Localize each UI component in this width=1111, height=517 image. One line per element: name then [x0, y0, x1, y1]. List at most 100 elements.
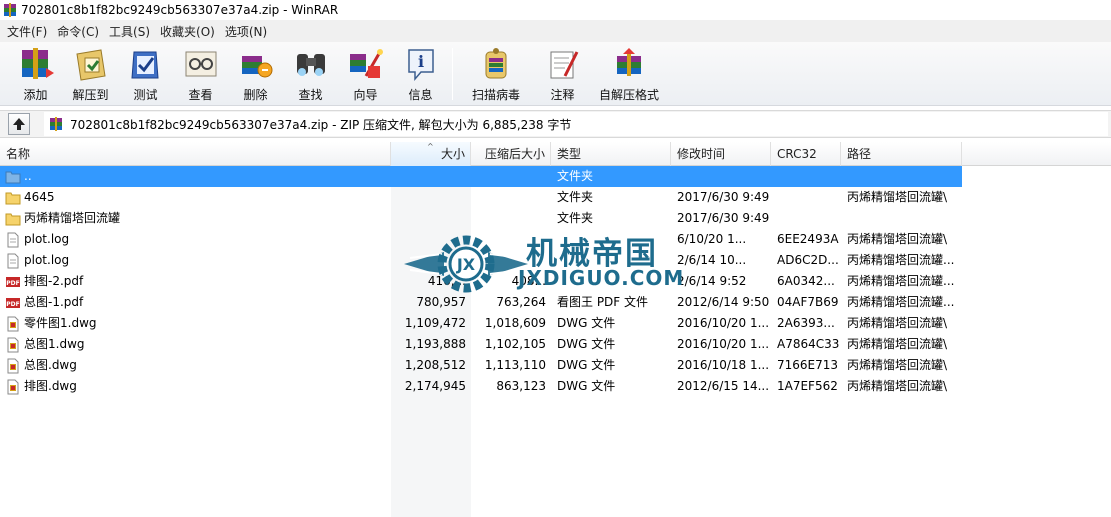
sort-ascending-icon: ^: [427, 142, 434, 151]
text-file-icon: [5, 253, 21, 269]
text-file-icon: [5, 232, 21, 248]
archive-path-field[interactable]: 702801c8b1f82bc9249cb563307e37a4.zip - Z…: [44, 112, 1108, 136]
file-type: DWG 文件: [557, 316, 616, 330]
folder-icon: [5, 190, 21, 206]
file-row[interactable]: 总图.dwg 1,208,512 1,113,110 DWG 文件 2016/10/18…: [0, 355, 962, 376]
file-path: 丙烯精馏塔回流罐\: [847, 232, 948, 246]
file-path: 丙烯精馏塔回流罐...: [847, 295, 955, 309]
column-crc32[interactable]: CRC32: [771, 142, 841, 166]
file-path: 丙烯精馏塔回流罐\: [847, 316, 948, 330]
column-header: 名称 ^ 大小 压缩后大小 类型 修改时间 CRC32 路径: [0, 142, 1111, 166]
menu-tools[interactable]: 工具(S): [104, 23, 155, 40]
file-size: [391, 166, 466, 187]
winrar-app-icon: [4, 3, 16, 17]
file-name: 丙烯精馏塔回流罐: [24, 211, 121, 225]
extract-to-icon: [75, 49, 106, 81]
file-packed-size: 1,102,105: [484, 337, 546, 351]
file-packed-size: 863,123: [496, 379, 546, 393]
wizard-button[interactable]: 向导: [338, 42, 393, 106]
file-modified: 2016/10/20 1...: [677, 316, 770, 330]
file-packed-size: [471, 187, 546, 208]
find-button[interactable]: 查找: [283, 42, 338, 106]
file-type: DWG 文件: [557, 358, 616, 372]
file-size: [391, 208, 466, 229]
file-path: 丙烯精馏塔回流罐\: [847, 337, 948, 351]
virus-scan-icon: [485, 48, 507, 79]
file-crc32: 04AF7B69: [777, 295, 839, 309]
file-crc32: [777, 208, 841, 229]
test-button[interactable]: 测试: [118, 42, 173, 106]
comment-icon: [550, 51, 578, 79]
file-modified: 2012/6/15 14...: [677, 379, 770, 393]
file-list[interactable]: 名称 ^ 大小 压缩后大小 类型 修改时间 CRC32 路径 .. 文件夹 4645…: [0, 142, 1111, 517]
toolbar-separator: [452, 48, 453, 100]
extract-to-button[interactable]: 解压到: [63, 42, 118, 106]
file-packed-size: 1,113,110: [484, 358, 546, 372]
menu-bar: 文件(F) 命令(C) 工具(S) 收藏夹(O) 选项(N): [0, 20, 1111, 42]
column-name[interactable]: 名称: [0, 142, 391, 166]
dwg-icon: [5, 358, 21, 374]
column-path[interactable]: 路径: [841, 142, 962, 166]
file-name: ..: [24, 169, 32, 183]
menu-favorites[interactable]: 收藏夹(O): [155, 23, 220, 40]
virus-scan-button[interactable]: 扫描病毒: [457, 42, 535, 106]
file-type: 文件夹: [557, 190, 594, 204]
file-row[interactable]: .. 文件夹: [0, 166, 962, 187]
watermark-subtitle: JXDIGUO.COM: [518, 266, 685, 290]
file-crc32: AD6C2D...: [777, 253, 839, 267]
file-packed-size: [471, 166, 546, 187]
view-button[interactable]: 查看: [173, 42, 228, 106]
file-crc32: [777, 166, 841, 187]
info-icon: i: [407, 49, 434, 82]
file-size: 1,208,512: [404, 358, 466, 372]
file-name: 总图.dwg: [24, 358, 77, 372]
svg-text:i: i: [417, 52, 423, 71]
menu-commands[interactable]: 命令(C): [52, 23, 104, 40]
file-name: 排图.dwg: [24, 379, 77, 393]
folder-icon: [5, 211, 21, 227]
file-crc32: 6A0342...: [777, 274, 835, 288]
watermark: JX 机械帝国 JXDIGUO.COM: [404, 228, 704, 300]
file-row[interactable]: 排图.dwg 2,174,945 863,123 DWG 文件 2012/6/15 14…: [0, 376, 962, 397]
file-name: plot.log: [24, 253, 70, 267]
file-row[interactable]: 零件图1.dwg 1,109,472 1,018,609 DWG 文件 2016/10/…: [0, 313, 962, 334]
file-name: 排图-2.pdf: [24, 274, 84, 288]
arrow-up-icon: [13, 118, 25, 130]
file-size: [391, 187, 466, 208]
sfx-button[interactable]: 自解压格式: [590, 42, 668, 106]
menu-options[interactable]: 选项(N): [220, 23, 272, 40]
file-path: [847, 166, 957, 187]
file-type: 文件夹: [557, 169, 594, 183]
archive-path-text: 702801c8b1f82bc9249cb563307e37a4.zip - Z…: [70, 117, 572, 132]
dwg-icon: [5, 316, 21, 332]
file-name: plot.log: [24, 232, 70, 246]
path-bar: 702801c8b1f82bc9249cb563307e37a4.zip - Z…: [0, 110, 1111, 138]
file-crc32: 7166E713: [777, 358, 839, 372]
file-crc32: A7864C33: [777, 337, 840, 351]
file-row[interactable]: 丙烯精馏塔回流罐 文件夹 2017/6/30 9:49: [0, 208, 962, 229]
delete-button[interactable]: 删除: [228, 42, 283, 106]
file-packed-size: [471, 208, 546, 229]
column-packed[interactable]: 压缩后大小: [471, 142, 551, 166]
file-row[interactable]: 总图1.dwg 1,193,888 1,102,105 DWG 文件 2016/10/2…: [0, 334, 962, 355]
comment-button[interactable]: 注释: [535, 42, 590, 106]
file-path: 丙烯精馏塔回流罐\: [847, 190, 948, 204]
file-path: 丙烯精馏塔回流罐...: [847, 274, 955, 288]
file-modified: 2016/10/20 1...: [677, 337, 770, 351]
column-type[interactable]: 类型: [551, 142, 671, 166]
column-size[interactable]: ^ 大小: [391, 142, 471, 166]
up-folder-button[interactable]: [8, 113, 30, 135]
file-size: 1,109,472: [404, 316, 466, 330]
info-button[interactable]: i 信息: [393, 42, 448, 106]
column-modified[interactable]: 修改时间: [671, 142, 771, 166]
toolbar: 添加 解压到 测试 查看 删除 查找 向导 i 信息 扫描病毒 注释 自解压格式: [0, 42, 1111, 106]
menu-file[interactable]: 文件(F): [2, 23, 52, 40]
gear-wings-logo: JX: [404, 235, 528, 293]
file-row[interactable]: 4645 文件夹 2017/6/30 9:49 丙烯精馏塔回流罐\: [0, 187, 962, 208]
add-button[interactable]: 添加: [8, 42, 63, 106]
file-size: 1,193,888: [404, 337, 466, 351]
file-path: 丙烯精馏塔回流罐...: [847, 253, 955, 267]
file-type: DWG 文件: [557, 379, 616, 393]
pdf-icon: PDF: [5, 274, 21, 290]
add-icon: [21, 48, 54, 79]
